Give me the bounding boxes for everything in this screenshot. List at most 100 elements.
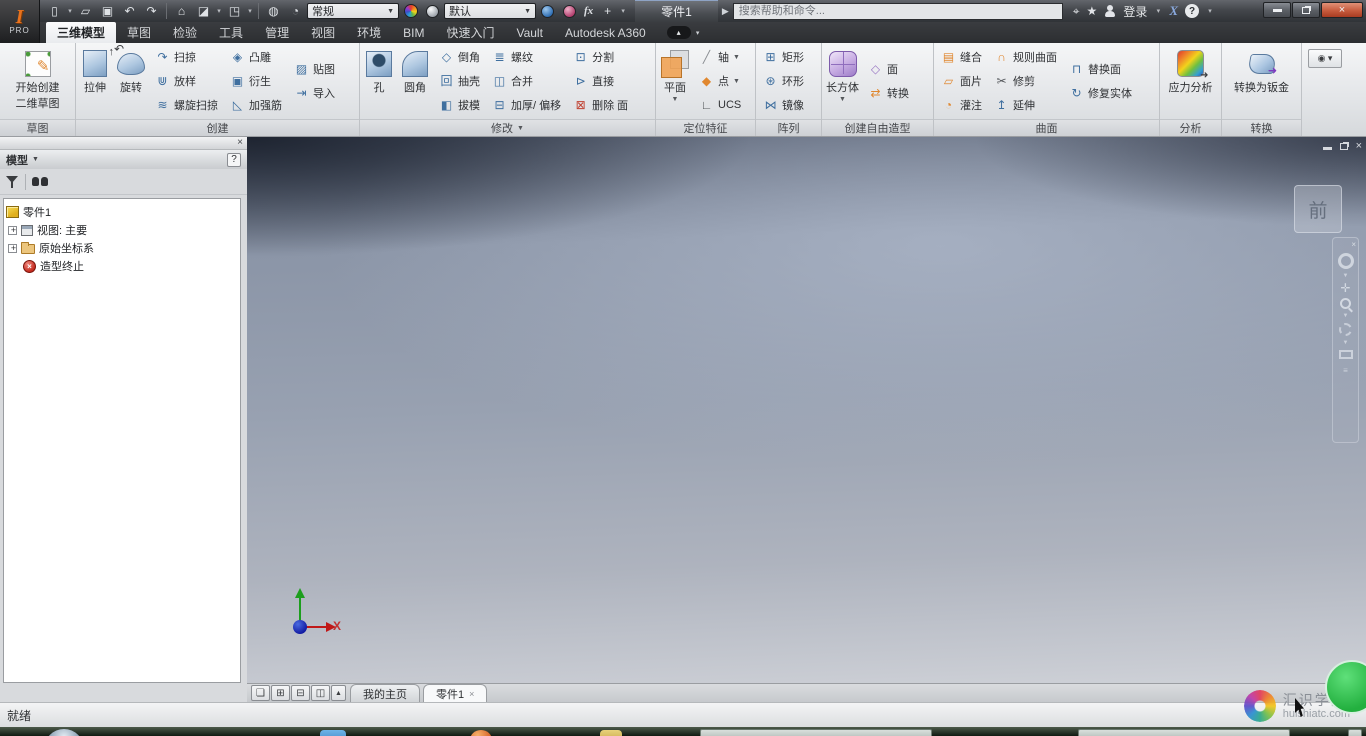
material-box-dropdown[interactable]: ▾ [246,7,254,15]
emboss-button[interactable]: ◈ 凸雕 [227,45,285,69]
convert-to-sheet-metal-button[interactable]: 转换为钣金 [1231,43,1292,119]
sweep-button[interactable]: ↷ 扫掠 [152,45,221,69]
split-button[interactable]: ⊡ 分割 [570,45,631,69]
filter-funnel-icon[interactable] [6,175,19,188]
color-wheel-icon[interactable] [400,2,421,20]
stress-analysis-button[interactable]: 应力分析 [1166,43,1216,119]
plane-button[interactable]: 平面 ▼ [657,43,693,119]
measure-button[interactable]: + [597,2,618,20]
loft-button[interactable]: ⋓ 放样 [152,69,221,93]
taskbar-app-icon[interactable] [600,730,622,736]
import-button[interactable]: ⇥ 导入 [291,81,338,105]
panel-label-convert[interactable]: 转换 [1222,119,1301,136]
sculpt-button[interactable]: ◔ 灌注 [938,93,985,117]
patch-button[interactable]: ▱ 面片 [938,69,985,93]
tree-item-part[interactable]: 零件1 [6,203,238,221]
material-box-button[interactable]: ◳ [224,2,245,20]
appearance-sphere-icon[interactable] [422,2,443,20]
search-expander-icon[interactable]: ▶ [722,6,729,17]
chevron-down-icon[interactable]: ▼ [32,156,227,163]
tab-sketch[interactable]: 草图 [116,22,162,43]
taskbar-tray-button[interactable] [1348,729,1362,736]
freeform-face-button[interactable]: ◇ 面 [865,57,912,81]
combine-button[interactable]: ◫ 合并 [489,69,564,93]
tree-item-end-of-part[interactable]: × 造型终止 [6,257,238,275]
restore-button[interactable] [1292,2,1320,18]
hole-button[interactable]: 孔 [361,43,397,119]
circular-pattern-button[interactable]: ⊛ 环形 [760,69,807,93]
ruled-surface-button[interactable]: ∩ 规则曲面 [991,45,1060,69]
delete-face-button[interactable]: ⊠ 删除 面 [570,93,631,117]
rectangular-pattern-button[interactable]: ⊞ 矩形 [760,45,807,69]
panel-label-work-features[interactable]: 定位特征 [656,119,755,136]
panel-label-surface[interactable]: 曲面 [934,119,1159,136]
render-dropdown[interactable]: ▾ [215,7,223,15]
help-icon[interactable]: ? [1185,4,1199,18]
derive-button[interactable]: ▣ 衍生 [227,69,285,93]
taskbar-app-icon[interactable] [320,730,346,736]
repair-bodies-button[interactable]: ↻ 修复实体 [1066,81,1135,105]
favorites-star-icon[interactable]: ★ [1087,4,1098,18]
save-button[interactable]: ▣ [97,2,118,20]
home-view-button[interactable]: ⌂ [171,2,192,20]
clear-appearance-button[interactable] [559,2,580,20]
new-file-dropdown[interactable]: ▾ [66,7,74,15]
communication-center-icon[interactable]: ⌖ [1073,4,1080,19]
decal-button[interactable]: ▨ 贴图 [291,57,338,81]
parameters-fx-button[interactable]: fx [581,5,596,17]
freeform-convert-button[interactable]: ⇄ 转换 [865,81,912,105]
doc-close-button[interactable]: × [1356,140,1362,152]
browser-grip-bar[interactable]: × [0,137,247,150]
panel-label-sketch[interactable]: 草图 [0,119,75,136]
start-orb-icon[interactable] [44,729,84,736]
view-cube[interactable]: 前 [1294,185,1342,233]
navbar-close-icon[interactable]: × [1351,241,1356,249]
help-dropdown[interactable]: ▾ [1206,7,1214,15]
browser-header[interactable]: 模型 ▼ ? [0,150,247,169]
doc-restore-button[interactable] [1339,143,1348,150]
stitch-button[interactable]: ▤ 缝合 [938,45,985,69]
shell-button[interactable]: 回 抽壳 [436,69,483,93]
freeform-box-button[interactable]: 长方体 ▼ [823,43,862,119]
graphics-viewport[interactable]: × 前 × ▼ ✛ ▼ ▼ ≡ X [247,137,1366,683]
extrude-button[interactable]: 拉伸 [77,43,113,119]
help-search-input[interactable] [732,2,1063,20]
tab-get-started[interactable]: 快速入门 [435,22,505,43]
rib-button[interactable]: ◺ 加强筋 [227,93,285,117]
render-button[interactable]: ◪ [193,2,214,20]
thicken-offset-button[interactable]: ⊟ 加厚/ 偏移 [489,93,564,117]
chevron-down-icon[interactable]: ▼ [1343,273,1349,279]
mirror-button[interactable]: ⋈ 镜像 [760,93,807,117]
application-menu-button[interactable]: I PRO [0,0,40,43]
qat-customize-dropdown[interactable]: ▾ [619,7,627,15]
expand-tabs-button[interactable]: ▲ [331,685,346,701]
look-at-icon[interactable] [1338,350,1353,359]
tab-tools[interactable]: 工具 [208,22,254,43]
extend-button[interactable]: ↥ 延伸 [991,93,1060,117]
tile-horizontal-button[interactable]: ⊟ [291,685,310,701]
sign-in-label[interactable]: 登录 [1123,3,1147,20]
appearance-combo[interactable]: 默认 ▼ [444,3,536,19]
chevron-down-icon[interactable]: ▼ [1343,340,1349,346]
tree-item-origin-folder[interactable]: 原始坐标系 [6,239,238,257]
tab-a360[interactable]: Autodesk A360 [554,22,657,43]
new-file-button[interactable]: ▯ [44,2,65,20]
tree-item-view[interactable]: 视图: 主要 [6,221,238,239]
ucs-button[interactable]: ∟ UCS [696,93,744,117]
cascade-windows-button[interactable]: ❏ [251,685,270,701]
orbit-icon[interactable] [1339,323,1352,336]
point-button[interactable]: ◆ 点 ▼ [696,69,744,93]
panel-label-freeform[interactable]: 创建自由造型 [822,119,933,136]
sign-in-dropdown[interactable]: ▾ [1154,7,1162,15]
tab-inspect[interactable]: 检验 [162,22,208,43]
fillet-button[interactable]: 圆角 [397,43,433,119]
appearance-balls-icon[interactable]: ◍ [263,2,284,20]
browser-help-button[interactable]: ? [227,152,241,167]
user-person-icon[interactable] [1104,5,1116,17]
draft-button[interactable]: ◧ 拔模 [436,93,483,117]
search-binoculars-icon[interactable] [32,176,48,187]
material-combo[interactable]: 常规 ▼ [307,3,399,19]
tab-vault[interactable]: Vault [505,22,553,43]
coil-button[interactable]: ≋ 螺旋扫掠 [152,93,221,117]
material-browser-icon[interactable]: ◔ [285,2,306,20]
